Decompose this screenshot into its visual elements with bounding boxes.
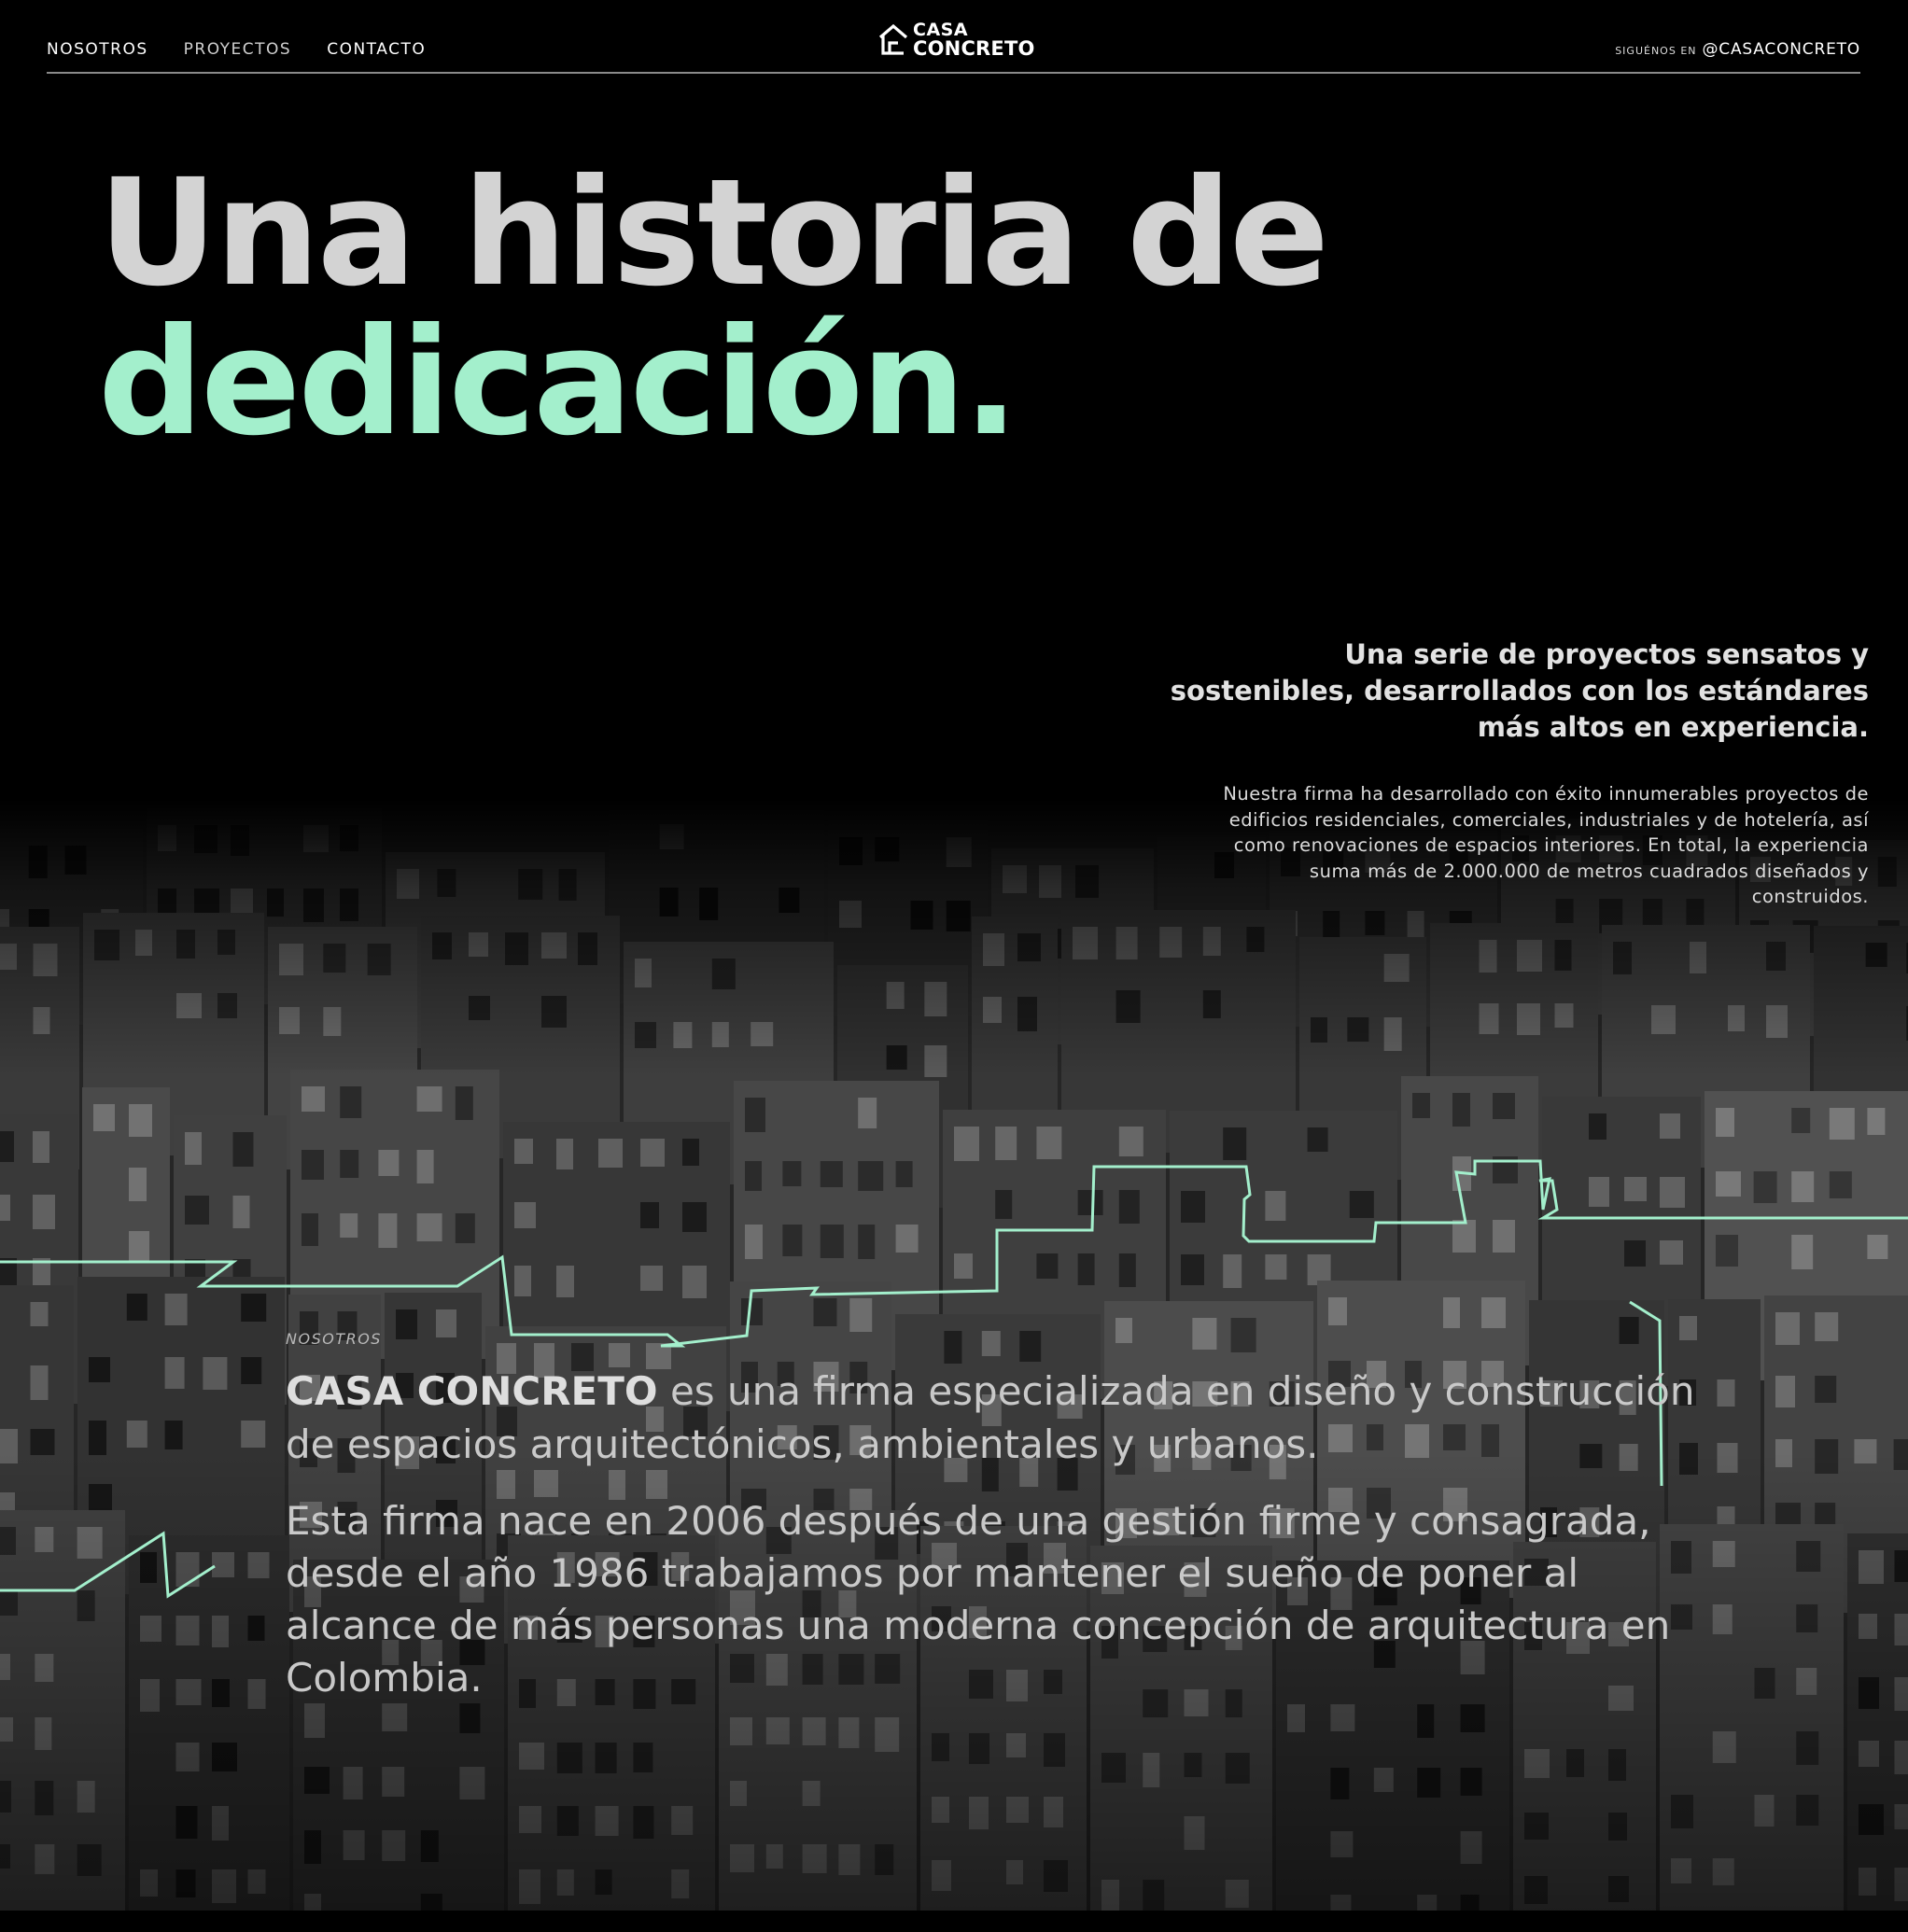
intro-block: Una serie de proyectos sensatos y sosten… — [1159, 637, 1869, 910]
intro-body-text: Nuestra firma ha desarrollado con éxito … — [1223, 783, 1869, 907]
hero-headline: Una historia de dedicación. — [98, 147, 1329, 469]
about-section: NOSOTROS CASA CONCRETO es una firma espe… — [286, 1330, 1742, 1704]
about-kicker: NOSOTROS — [286, 1330, 382, 1348]
logo-line-2: CONCRETO — [913, 37, 1035, 60]
house-icon — [878, 23, 908, 55]
social-label: SIGUÉNOS EN — [1615, 45, 1697, 57]
social-handle-link[interactable]: @CASACONCRETO — [1703, 40, 1861, 59]
top-navigation-bar: NOSOTROS PROYECTOS CONTACTO CASA CONCRET… — [47, 0, 1860, 74]
bottom-strip — [0, 1911, 1908, 1932]
logo-line-1: CASA — [913, 20, 969, 40]
social-follow: SIGUÉNOS EN @CASACONCRETO — [1615, 40, 1860, 59]
about-brand-name: CASA CONCRETO — [286, 1368, 658, 1414]
intro-lead-text: Una serie de proyectos sensatos y sosten… — [1170, 638, 1869, 743]
about-paragraph-2: Esta firma nace en 2006 después de una g… — [286, 1498, 1671, 1701]
nav-link-proyectos[interactable]: PROYECTOS — [184, 40, 292, 59]
main-nav: NOSOTROS PROYECTOS CONTACTO — [47, 40, 426, 59]
about-paragraph-1: CASA CONCRETO es una firma especializada… — [286, 1365, 1742, 1471]
hero-line-2-accent: dedicación. — [98, 297, 1019, 469]
logo-wordmark: CASA CONCRETO — [913, 20, 1035, 60]
nav-link-contacto[interactable]: CONTACTO — [327, 40, 426, 59]
casa-concreto-logo[interactable]: CASA CONCRETO — [877, 20, 1035, 60]
hero-line-1: Una historia de — [98, 147, 1329, 319]
nav-link-nosotros[interactable]: NOSOTROS — [47, 40, 148, 59]
